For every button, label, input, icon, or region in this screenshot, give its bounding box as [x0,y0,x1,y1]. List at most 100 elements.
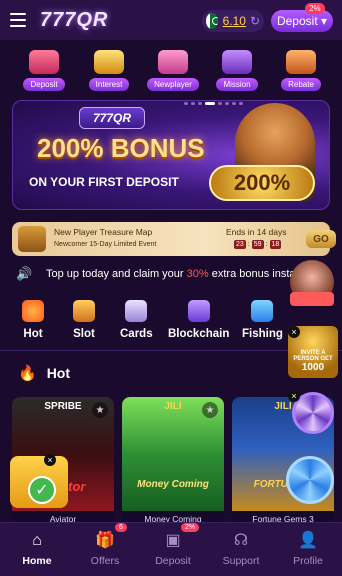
category-label: Slot [73,328,95,340]
tab-slot[interactable]: Slot [73,296,95,340]
treasure-title: New Player Treasure Map [54,227,153,237]
fish-icon [251,300,274,322]
user-icon: 👤 [298,532,318,549]
deposit-nav-badge: 2% [181,523,200,532]
quick-link-interest[interactable]: Interest [79,50,139,92]
tab-blockchain[interactable]: Blockchain [168,296,229,340]
quick-link-rebate[interactable]: Rebate [271,50,331,92]
app-logo[interactable]: 777QR [40,9,108,32]
game-art-name: Money Coming [137,479,209,490]
category-label: Hot [23,328,43,340]
nav-label: Offers [90,555,120,567]
tab-hot[interactable]: Hot [22,296,44,340]
treasure-map-card[interactable]: New Player Treasure Map Newcomer 15-Day … [12,222,336,256]
quick-link-label: Mission [216,78,258,91]
timer-separator: : [247,241,250,248]
cards-icon [125,300,148,322]
bottom-navigation: ⌂ Home 🎁 Offers 6 ▣ Deposit 2% ☊ Support… [0,522,342,576]
treasure-chest-icon [18,226,46,252]
hot-section-header: 🔥 Hot [18,364,70,382]
timer-seconds: 18 [269,240,282,249]
offers-badge: 6 [115,523,127,532]
nav-support[interactable]: ☊ Support [207,523,275,576]
pagination-dot[interactable] [184,102,188,105]
quick-link-mission[interactable]: Mission [207,50,267,92]
go-button[interactable]: GO [306,230,336,248]
nav-home[interactable]: ⌂ Home [3,523,71,576]
gift-icon: 🎁 [95,532,115,549]
quick-link-label: Interest [88,78,130,91]
tab-fishing[interactable]: Fishing [242,296,283,340]
nav-label: Profile [293,555,323,567]
nav-label: Support [222,555,260,567]
treasure-subtitle: Newcomer 15-Day Limited Event [54,241,157,248]
coin-pile-icon [94,50,124,74]
pagination-dot-active[interactable] [205,102,215,105]
header-deposit-button[interactable]: Deposit ▾ [271,10,333,32]
banner-bonus-text: 200% BONUS [37,133,205,163]
nav-label: Home [22,555,52,567]
category-label: Blockchain [168,328,230,340]
pagination-dot[interactable] [239,102,243,105]
checkmark-icon: ✓ [28,476,56,504]
home-icon: ⌂ [32,532,42,549]
quick-link-label: Newplayer [147,78,199,91]
floating-promo-gift[interactable] [290,292,334,306]
pagination-dot[interactable] [218,102,222,105]
gift-box-icon [158,50,188,74]
marquee-text: Top up today and claim your 30% extra bo… [46,268,302,280]
banner-pagination [184,102,243,105]
timer-hours: 23 [234,240,246,249]
headset-icon: ☊ [233,532,249,549]
game-card-money-coming[interactable]: JILI Money Coming ★ Money Coming [122,397,224,527]
pagination-dot[interactable] [232,102,236,105]
spin-wheel-widget[interactable] [286,456,334,504]
quick-link-newplayer[interactable]: Newplayer [143,50,203,92]
close-icon[interactable]: × [44,454,56,466]
pakistan-flag-icon [206,13,218,29]
invite-text: INVITE A PERSON GET [293,350,333,362]
menu-icon[interactable] [10,13,26,27]
treasure-ends-text: Ends in 14 days [226,227,287,237]
deposit-badge: 2% [305,3,325,14]
pagination-dot[interactable] [198,102,202,105]
nav-profile[interactable]: 👤 Profile [274,523,342,576]
marquee-suffix: extra bonus instan [208,268,302,280]
blockchain-icon [187,300,210,322]
category-label: Cards [120,328,153,340]
quick-links: Deposit Interest Newplayer Mission Rebat… [0,50,342,92]
refresh-icon[interactable]: ↻ [250,14,260,28]
quick-link-label: Rebate [281,78,321,91]
banner-subtitle: ON YOUR FIRST DEPOSIT [29,175,179,189]
favorite-star-icon[interactable]: ★ [92,402,108,418]
nav-label: Deposit [155,555,191,567]
app-page: 777QR 6.10 ↻ Deposit ▾ 2% Deposit Intere… [0,0,342,576]
speaker-icon: 🔊 [16,266,33,281]
slot-machine-icon [73,300,95,322]
quick-link-label: Deposit [23,78,65,91]
favorite-star-icon[interactable]: ★ [202,402,218,418]
tab-cards[interactable]: Cards [120,296,153,340]
pagination-dot[interactable] [191,102,195,105]
invite-amount: 1000 [301,362,325,373]
close-icon[interactable]: × [288,326,300,338]
category-label: Fishing [242,328,283,340]
nav-deposit[interactable]: ▣ Deposit 2% [139,523,207,576]
countdown-timer: 23 : 59 : 18 [234,240,282,249]
banner-logo: 777QR [79,107,145,129]
marquee-prefix: Top up today and claim your [46,268,187,280]
fire-icon [22,300,44,322]
pagination-dot[interactable] [225,102,229,105]
banner-coin: 200% [209,165,315,201]
timer-minutes: 59 [251,240,264,249]
nav-offers[interactable]: 🎁 Offers 6 [71,523,139,576]
quick-link-deposit[interactable]: Deposit [14,50,74,92]
fire-icon: 🔥 [18,365,37,382]
timer-separator: : [265,241,268,248]
marquee-percent: 30% [186,268,209,280]
promo-banner[interactable]: 777QR 200% BONUS ON YOUR FIRST DEPOSIT 2… [12,100,330,210]
money-bag-icon [286,50,316,74]
close-icon[interactable]: × [288,390,300,402]
balance-box[interactable]: 6.10 ↻ [202,10,264,32]
balance-amount: 6.10 [222,14,246,28]
